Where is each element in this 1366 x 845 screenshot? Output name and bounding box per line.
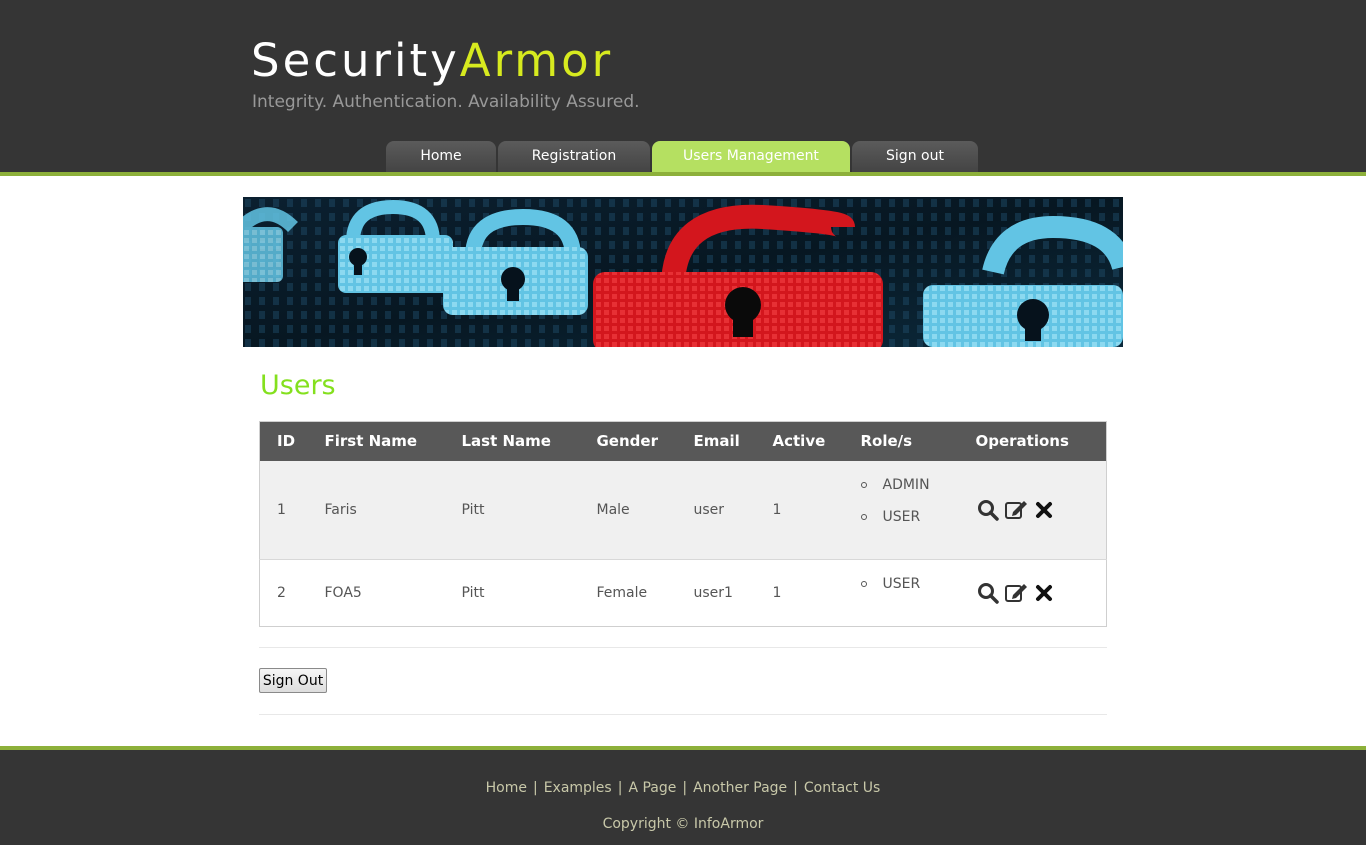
logo-part-2: Armor bbox=[459, 34, 614, 87]
edit-icon[interactable] bbox=[1004, 498, 1028, 522]
nav-registration[interactable]: Registration bbox=[498, 141, 650, 172]
role-item: ADMIN bbox=[860, 474, 959, 506]
site-logo[interactable]: SecurityArmor bbox=[251, 34, 613, 88]
operations-group bbox=[976, 581, 1107, 605]
roles-list: ADMIN USER bbox=[860, 474, 959, 538]
logo-part-1: Security bbox=[251, 34, 460, 87]
page-title: Users bbox=[260, 370, 336, 401]
footer-link-contact-us[interactable]: Contact Us bbox=[804, 780, 880, 796]
footer-link-another-page[interactable]: Another Page bbox=[693, 780, 787, 796]
search-icon[interactable] bbox=[976, 581, 1000, 605]
footer-separator: | bbox=[617, 780, 623, 796]
footer-separator: | bbox=[532, 780, 538, 796]
cell-active: 1 bbox=[755, 460, 844, 560]
table-row: 2 FOA5 Pitt Female user1 1 USER bbox=[259, 559, 1107, 627]
cell-last-name: Pitt bbox=[444, 559, 580, 627]
cell-gender: Female bbox=[579, 559, 677, 627]
col-header-id: ID bbox=[259, 421, 308, 461]
col-header-roles: Role/s bbox=[843, 421, 959, 461]
nav-home[interactable]: Home bbox=[386, 141, 496, 172]
cell-active: 1 bbox=[755, 559, 844, 627]
nav-users-management[interactable]: Users Management bbox=[652, 141, 850, 172]
footer-link-a-page[interactable]: A Page bbox=[628, 780, 676, 796]
operations-group bbox=[976, 498, 1107, 522]
site-slogan: Integrity. Authentication. Availability … bbox=[252, 92, 640, 112]
footer-separator: | bbox=[682, 780, 688, 796]
site-header: SecurityArmor Integrity. Authentication.… bbox=[0, 0, 1366, 176]
table-row: 1 Faris Pitt Male user 1 ADMIN USER bbox=[259, 460, 1107, 560]
delete-icon[interactable] bbox=[1032, 498, 1056, 522]
col-header-last-name: Last Name bbox=[444, 421, 580, 461]
nav-sign-out[interactable]: Sign out bbox=[852, 141, 978, 172]
col-header-gender: Gender bbox=[579, 421, 677, 461]
col-header-active: Active bbox=[755, 421, 844, 461]
cell-operations bbox=[958, 559, 1107, 627]
footer-link-home[interactable]: Home bbox=[486, 780, 527, 796]
col-header-first-name: First Name bbox=[307, 421, 445, 461]
site-footer: Home | Examples | A Page | Another Page | Contac… bbox=[0, 746, 1366, 845]
footer-separator: | bbox=[793, 780, 798, 796]
cell-operations bbox=[958, 460, 1107, 560]
role-item: USER bbox=[860, 506, 959, 538]
copyright: Copyright © InfoArmor bbox=[602, 816, 764, 832]
footer-links: Home | Examples | A Page | Another Page | Contac… bbox=[0, 780, 1366, 796]
cell-last-name: Pitt bbox=[444, 460, 580, 560]
col-header-email: Email bbox=[676, 421, 756, 461]
table-header-row: ID First Name Last Name Gender Email Act… bbox=[259, 421, 1107, 461]
delete-icon[interactable] bbox=[1032, 581, 1056, 605]
sign-out-button[interactable]: Sign Out bbox=[259, 668, 327, 693]
divider bbox=[259, 714, 1107, 715]
edit-icon[interactable] bbox=[1004, 581, 1028, 605]
search-icon[interactable] bbox=[976, 498, 1000, 522]
cell-id: 1 bbox=[259, 460, 308, 560]
divider bbox=[259, 647, 1107, 648]
col-header-operations: Operations bbox=[958, 421, 1107, 461]
cell-roles: ADMIN USER bbox=[843, 460, 959, 560]
footer-link-examples[interactable]: Examples bbox=[544, 780, 612, 796]
cell-id: 2 bbox=[259, 559, 308, 627]
users-table: ID First Name Last Name Gender Email Act… bbox=[259, 421, 1107, 627]
roles-list: USER bbox=[860, 573, 959, 605]
cell-first-name: Faris bbox=[307, 460, 445, 560]
cell-gender: Male bbox=[579, 460, 677, 560]
cell-first-name: FOA5 bbox=[307, 559, 445, 627]
cell-roles: USER bbox=[843, 559, 959, 627]
cell-email: user1 bbox=[676, 559, 756, 627]
cell-email: user bbox=[676, 460, 756, 560]
banner-image bbox=[243, 197, 1123, 347]
role-item: USER bbox=[860, 573, 959, 605]
security-banner bbox=[243, 197, 1123, 347]
